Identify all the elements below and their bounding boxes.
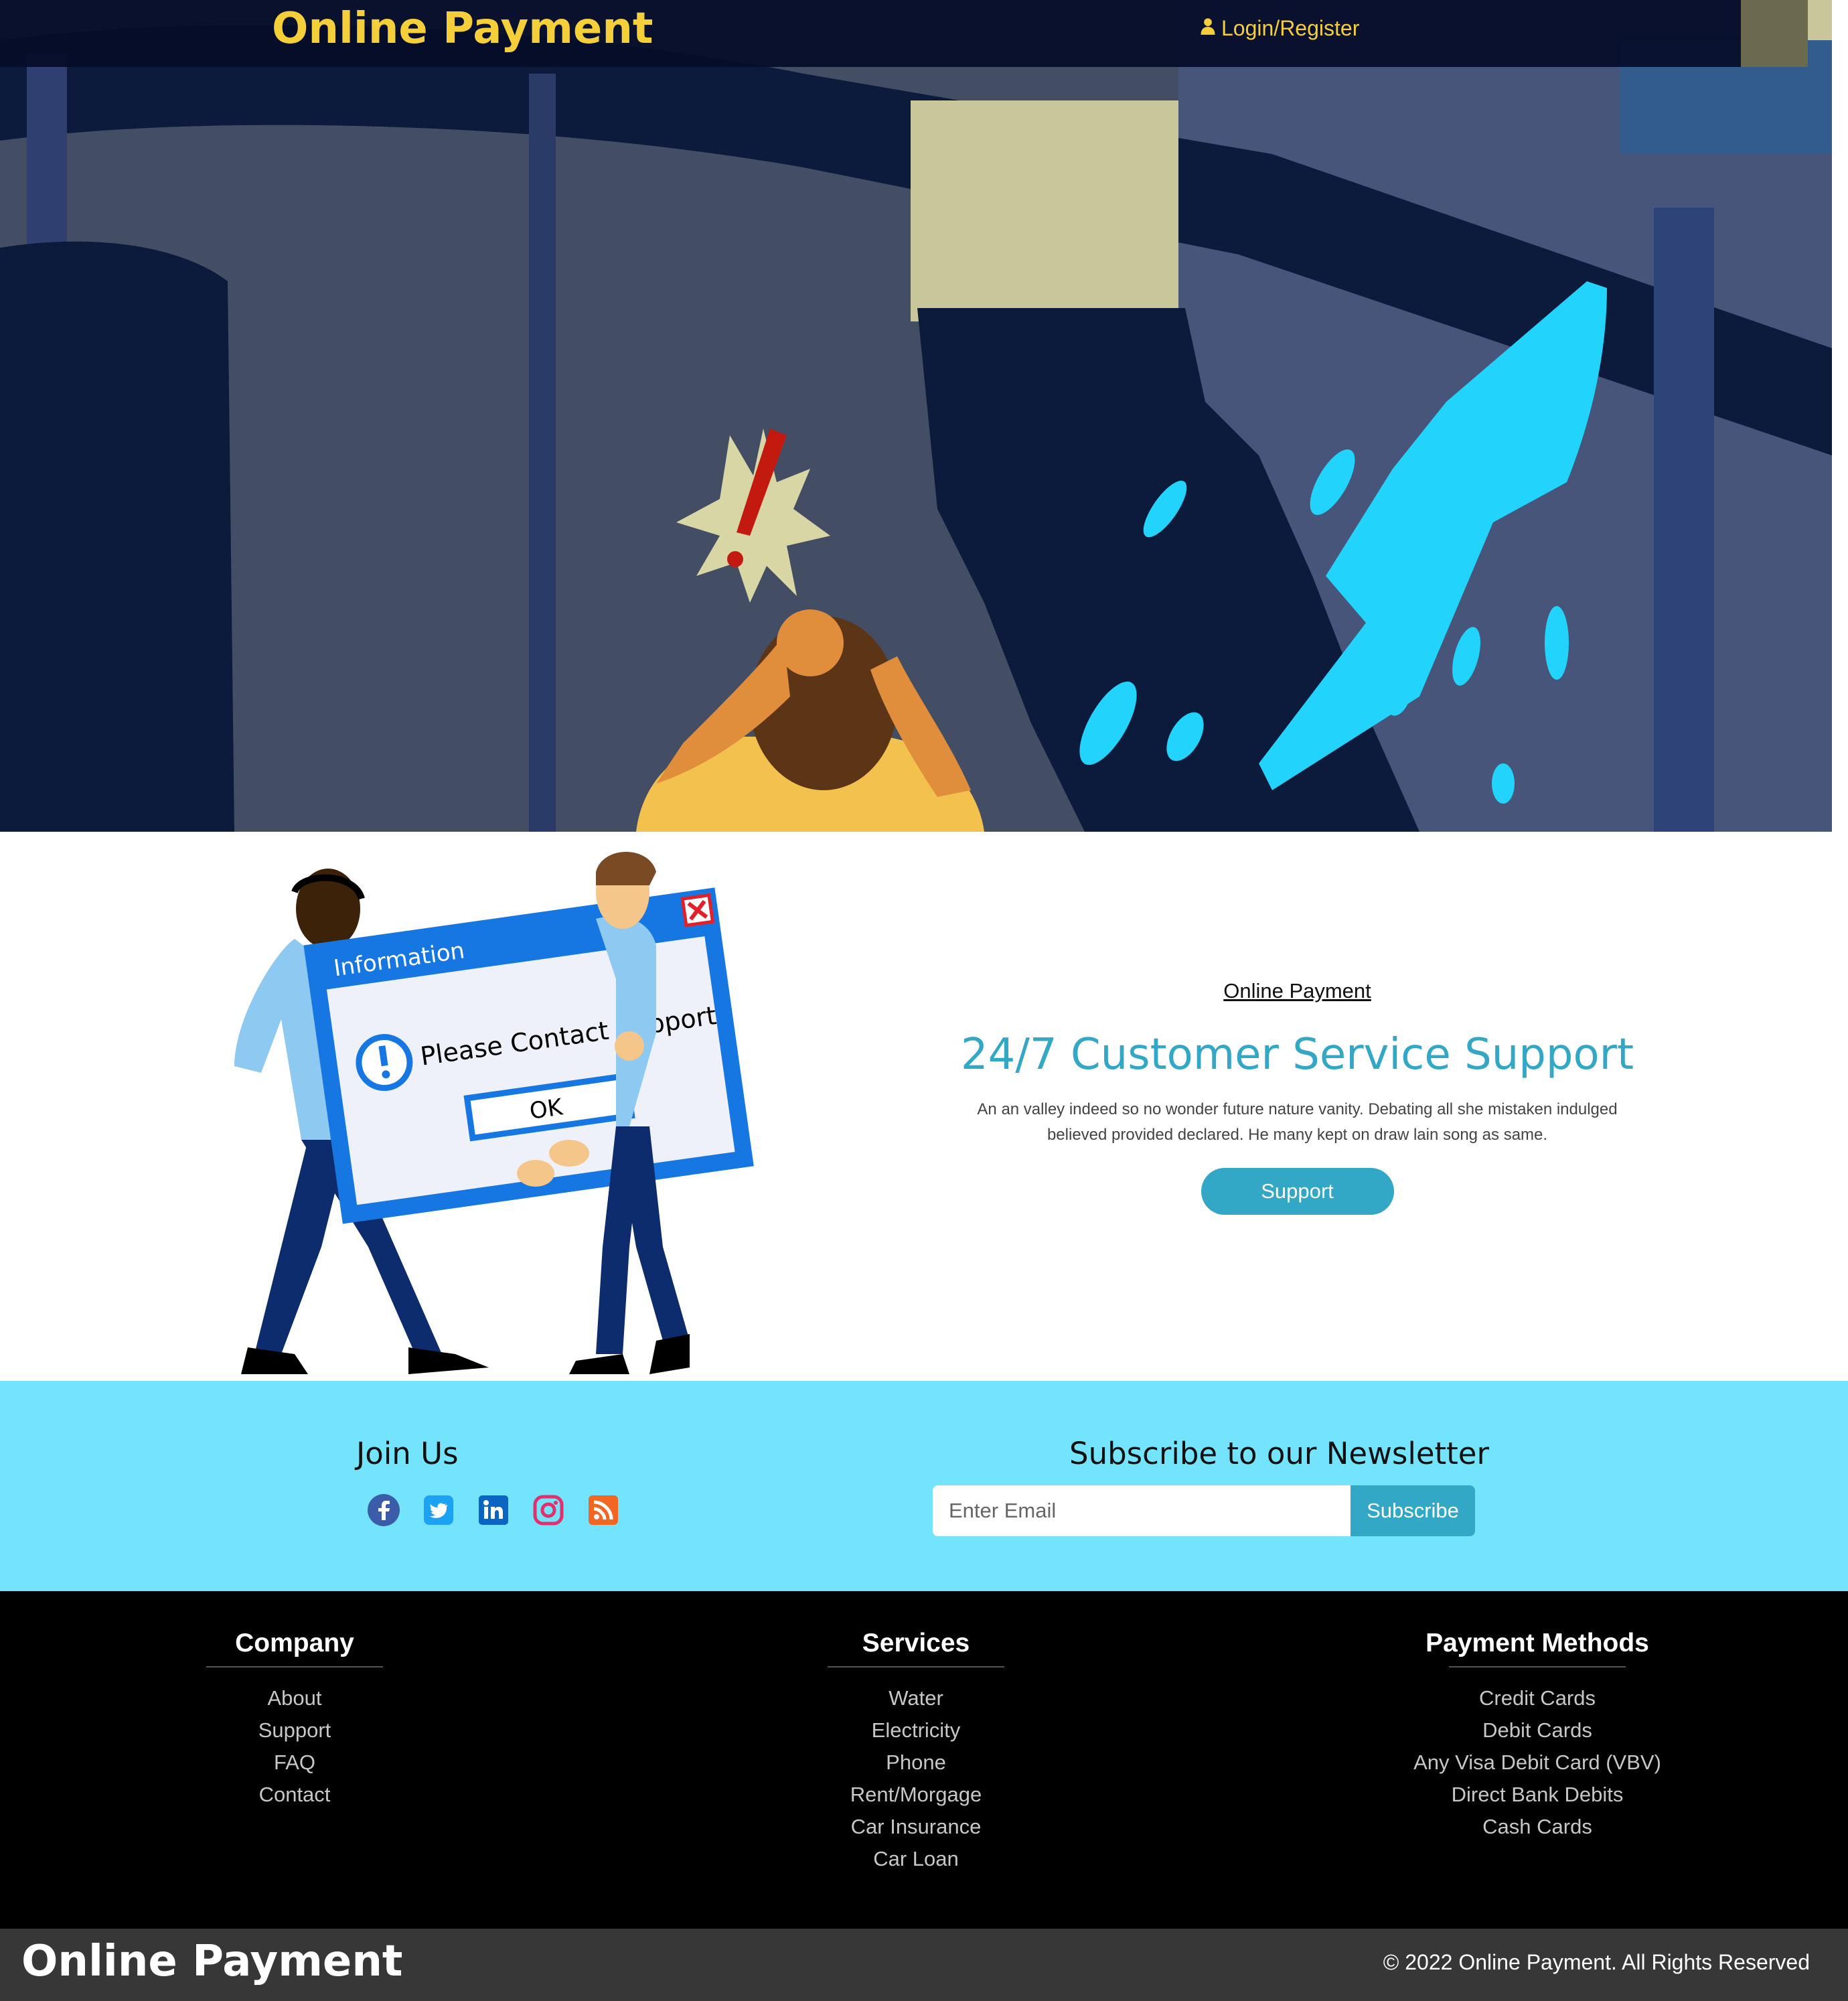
support-section: Information Please Contact Support OK On… (0, 832, 1848, 1381)
footer-link-phone[interactable]: Phone (715, 1747, 1117, 1779)
support-heading: 24/7 Customer Service Support (960, 1030, 1634, 1080)
copyright-text: © 2022 Online Payment. All Rights Reserv… (1383, 1950, 1810, 1974)
rss-icon[interactable] (587, 1493, 620, 1527)
navbar-corner (1741, 0, 1808, 67)
newsletter-form: Subscribe (933, 1485, 1475, 1536)
footer-link-vbv[interactable]: Any Visa Debit Card (VBV) (1336, 1747, 1738, 1779)
twitter-icon[interactable] (422, 1493, 455, 1527)
linkedin-icon[interactable] (477, 1493, 510, 1527)
email-input[interactable] (933, 1485, 1351, 1536)
footer-heading: Payment Methods (1426, 1629, 1649, 1657)
hero-banner (0, 0, 1832, 832)
footer-heading: Company (235, 1629, 354, 1657)
footer-column-services: Services Water Electricity Phone Rent/Mo… (715, 1629, 1117, 1875)
heading-divider (828, 1666, 1004, 1668)
footer-link-cash-cards[interactable]: Cash Cards (1336, 1811, 1738, 1843)
top-navbar: Online Payment Login/Register (0, 0, 1808, 67)
support-content: Online Payment 24/7 Customer Service Sup… (937, 979, 1657, 1215)
footer-link-faq[interactable]: FAQ (94, 1747, 495, 1779)
footer-column-company: Company About Support FAQ Contact (94, 1629, 495, 1811)
login-register-link[interactable]: Login/Register (1199, 16, 1359, 41)
footer-brand[interactable]: Online Payment (21, 1937, 402, 1986)
dialog-ok: OK (528, 1094, 565, 1125)
join-newsletter-band: Join Us Subscribe to our Newsletter Subs… (0, 1381, 1848, 1591)
support-button[interactable]: Support (1201, 1168, 1394, 1215)
subscribe-button[interactable]: Subscribe (1351, 1485, 1475, 1536)
login-register-label: Login/Register (1221, 16, 1360, 40)
brand-logo[interactable]: Online Payment (272, 4, 653, 54)
footer-link-car-loan[interactable]: Car Loan (715, 1843, 1117, 1875)
footer-link-about[interactable]: About (94, 1682, 495, 1714)
footer-column-payment-methods: Payment Methods Credit Cards Debit Cards… (1336, 1629, 1738, 1843)
hero-illustration (0, 0, 1832, 832)
user-icon (1199, 16, 1217, 41)
social-links (367, 1493, 620, 1527)
heading-divider (206, 1666, 383, 1668)
footer-link-support[interactable]: Support (94, 1714, 495, 1747)
join-us-heading: Join Us (356, 1436, 459, 1471)
footer-link-contact[interactable]: Contact (94, 1779, 495, 1811)
instagram-icon[interactable] (532, 1493, 565, 1527)
footer-link-car-insurance[interactable]: Car Insurance (715, 1811, 1117, 1843)
footer-link-debit-cards[interactable]: Debit Cards (1336, 1714, 1738, 1747)
heading-divider (1449, 1666, 1626, 1668)
site-footer: Company About Support FAQ Contact Servic… (0, 1591, 1848, 1929)
bottom-bar: Online Payment © 2022 Online Payment. Al… (0, 1929, 1848, 2001)
support-illustration: Information Please Contact Support OK (221, 845, 877, 1381)
footer-heading: Services (862, 1629, 970, 1657)
footer-link-direct-debits[interactable]: Direct Bank Debits (1336, 1779, 1738, 1811)
newsletter-heading: Subscribe to our Newsletter (1069, 1436, 1489, 1471)
footer-link-electricity[interactable]: Electricity (715, 1714, 1117, 1747)
support-eyebrow-link[interactable]: Online Payment (937, 979, 1657, 1003)
facebook-icon[interactable] (367, 1493, 400, 1527)
footer-link-rent[interactable]: Rent/Morgage (715, 1779, 1117, 1811)
footer-link-credit-cards[interactable]: Credit Cards (1336, 1682, 1738, 1714)
support-description: An an valley indeed so no wonder future … (977, 1100, 1618, 1144)
footer-link-water[interactable]: Water (715, 1682, 1117, 1714)
